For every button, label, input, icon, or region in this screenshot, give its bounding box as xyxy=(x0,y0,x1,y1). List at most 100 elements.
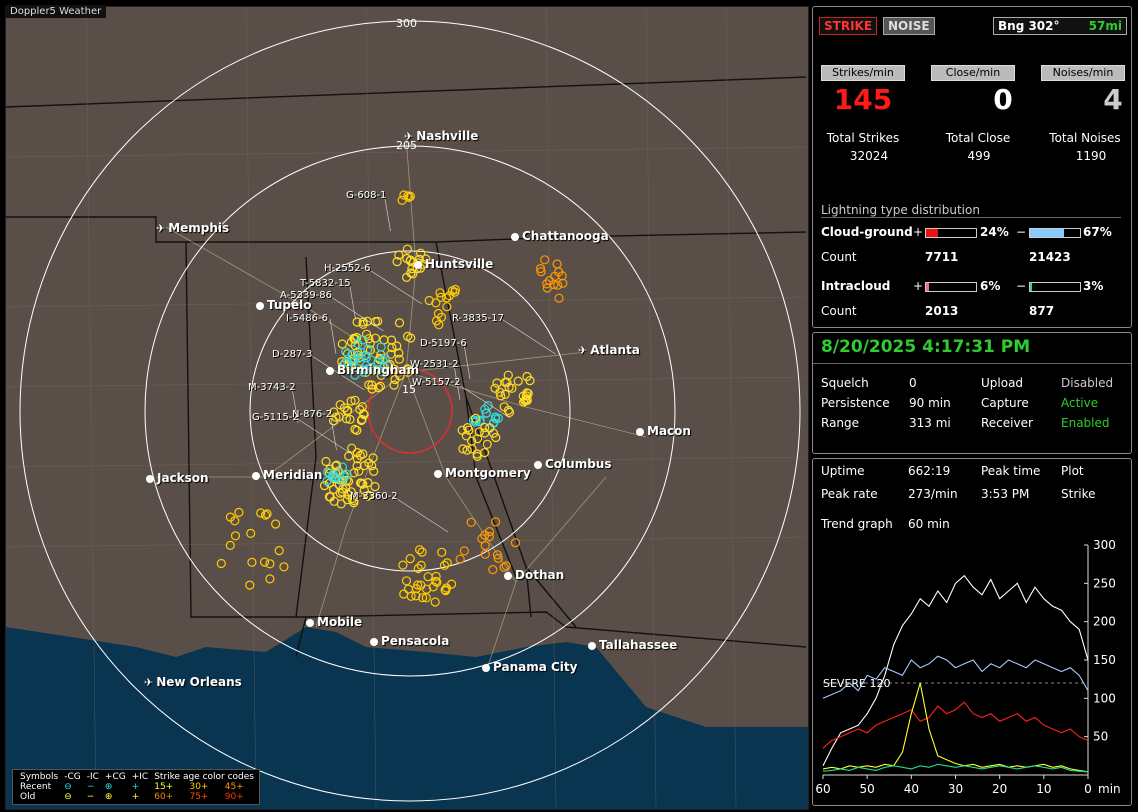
strike-marker xyxy=(401,576,412,586)
strike-label[interactable]: D-287-3 xyxy=(272,349,312,360)
strike-marker xyxy=(554,293,564,303)
upload-value[interactable]: Disabled xyxy=(1061,376,1113,390)
lightning-map[interactable]: 300 205 15 ✈ Nashville ✈ Memphis Chattanooga… xyxy=(5,6,809,810)
cg-plus-sign: + xyxy=(913,225,924,239)
age-45: 45+ xyxy=(224,782,244,792)
range-label: Range xyxy=(821,416,860,430)
strike-marker xyxy=(347,443,357,453)
strike-label[interactable]: N-876-2 xyxy=(292,409,332,420)
distribution-title: Lightning type distribution xyxy=(821,203,1121,218)
city-mobile: Mobile xyxy=(306,615,362,629)
city-dot-icon xyxy=(504,572,512,580)
ic-minus-sign: − xyxy=(1016,279,1027,293)
city-dot-icon xyxy=(252,472,260,480)
strike-marker xyxy=(344,451,354,461)
city-pensacola: Pensacola xyxy=(370,634,449,648)
city-dothan: Dothan xyxy=(504,568,564,582)
strike-label[interactable]: M-3360-2 xyxy=(350,491,398,502)
city-tallahassee: Tallahassee xyxy=(588,638,677,652)
x-tick-label: 60 xyxy=(815,782,830,796)
strike-marker xyxy=(480,540,490,551)
strike-marker xyxy=(500,389,510,399)
squelch-value[interactable]: 0 xyxy=(909,376,917,390)
strike-marker xyxy=(398,560,408,570)
strike-marker xyxy=(423,572,433,582)
strike-marker xyxy=(435,288,445,298)
strike-marker xyxy=(230,531,241,541)
close-per-min: 0 xyxy=(993,83,1013,116)
city-panama-city: Panama City xyxy=(482,660,577,674)
strike-label[interactable]: R-3835-17 xyxy=(452,313,504,324)
close-per-min-button[interactable]: Close/min xyxy=(931,65,1015,81)
range-value[interactable]: 313 mi xyxy=(909,416,951,430)
city-name: Atlanta xyxy=(590,343,640,357)
city-dot-icon xyxy=(511,233,519,241)
noises-per-min-button[interactable]: Noises/min xyxy=(1041,65,1125,81)
strike-label[interactable]: H-2552-6 xyxy=(324,263,371,274)
persistence-value[interactable]: 90 min xyxy=(909,396,951,410)
peak-rate-label: Peak rate xyxy=(821,487,878,501)
strike-marker xyxy=(484,531,494,542)
x-tick-label: 30 xyxy=(948,782,963,796)
strike-marker xyxy=(337,339,347,349)
ic-neg-pct: 3% xyxy=(1083,279,1104,293)
city-name: Jackson xyxy=(157,471,209,485)
age-60: 60+ xyxy=(154,792,174,802)
legend-old-label: Old xyxy=(20,792,36,802)
legend-header-age: Strike age color codes xyxy=(154,772,254,782)
noise-button[interactable]: NOISE xyxy=(883,17,935,35)
strike-marker xyxy=(437,547,447,557)
total-noises: 1190 xyxy=(1075,149,1107,163)
city-new-orleans: ✈ New Orleans xyxy=(144,675,242,689)
city-dot-icon xyxy=(636,428,644,436)
city-name: Montgomery xyxy=(445,466,531,480)
city-macon: Macon xyxy=(636,424,691,438)
airport-icon: ✈ xyxy=(144,676,154,689)
capture-value[interactable]: Active xyxy=(1061,396,1098,410)
city-dot-icon xyxy=(146,475,154,483)
trend-chart: 3002502001501005060 50 40 30 20 10 0 minSEVERE … xyxy=(815,538,1120,796)
strikes-per-min-button[interactable]: Strikes/min xyxy=(821,65,905,81)
city-name: Panama City xyxy=(493,660,578,674)
persistence-label: Persistence xyxy=(821,396,890,410)
trend-graph-value[interactable]: 60 min xyxy=(908,517,950,531)
city-memphis: ✈ Memphis xyxy=(156,221,229,235)
uptime-label: Uptime xyxy=(821,464,865,478)
age-30: 30+ xyxy=(189,782,209,792)
strike-label[interactable]: I-5486-6 xyxy=(286,313,328,324)
age-15: 15+ xyxy=(154,782,174,792)
strike-marker xyxy=(558,278,568,288)
ic-neg-count: 877 xyxy=(1029,304,1055,318)
plot-value[interactable]: Strike xyxy=(1061,487,1096,501)
strike-label[interactable]: A-5339-86 xyxy=(280,290,332,301)
total-close: 499 xyxy=(967,149,991,163)
city-name: Chattanooga xyxy=(522,229,609,243)
strike-marker xyxy=(394,318,405,328)
strike-button[interactable]: STRIKE xyxy=(819,17,878,35)
capture-label: Capture xyxy=(981,396,1029,410)
strike-marker xyxy=(430,597,440,607)
strike-label[interactable]: G-608-1 xyxy=(346,190,386,201)
strike-marker xyxy=(216,558,226,569)
city-atlanta: ✈ Atlanta xyxy=(578,343,640,357)
ic-neg-bar xyxy=(1029,282,1081,292)
strike-marker xyxy=(319,481,330,491)
strike-marker xyxy=(386,335,397,345)
city-columbus: Columbus xyxy=(534,457,612,471)
strike-label[interactable]: T-5832-15 xyxy=(300,278,351,289)
city-huntsville: Huntsville xyxy=(414,257,493,271)
cg-neg-pct: 67% xyxy=(1083,225,1112,239)
legend-header-neg-cg: -CG xyxy=(64,772,81,782)
strike-leader-line xyxy=(349,283,356,320)
strike-label[interactable]: D-5197-6 xyxy=(420,338,467,349)
total-strikes: 32024 xyxy=(849,149,889,163)
pos-cg-recent-icon: ⊕ xyxy=(104,782,113,792)
receiver-value[interactable]: Enabled xyxy=(1061,416,1110,430)
trend-series-2 xyxy=(822,701,1089,749)
strike-label[interactable]: M-3743-2 xyxy=(248,382,296,393)
strike-label[interactable]: W-2531-2 xyxy=(410,359,459,370)
city-dot-icon xyxy=(306,619,314,627)
strike-label[interactable]: W-5157-2 xyxy=(412,377,461,388)
squelch-label: Squelch xyxy=(821,376,869,390)
strike-marker xyxy=(245,580,255,590)
